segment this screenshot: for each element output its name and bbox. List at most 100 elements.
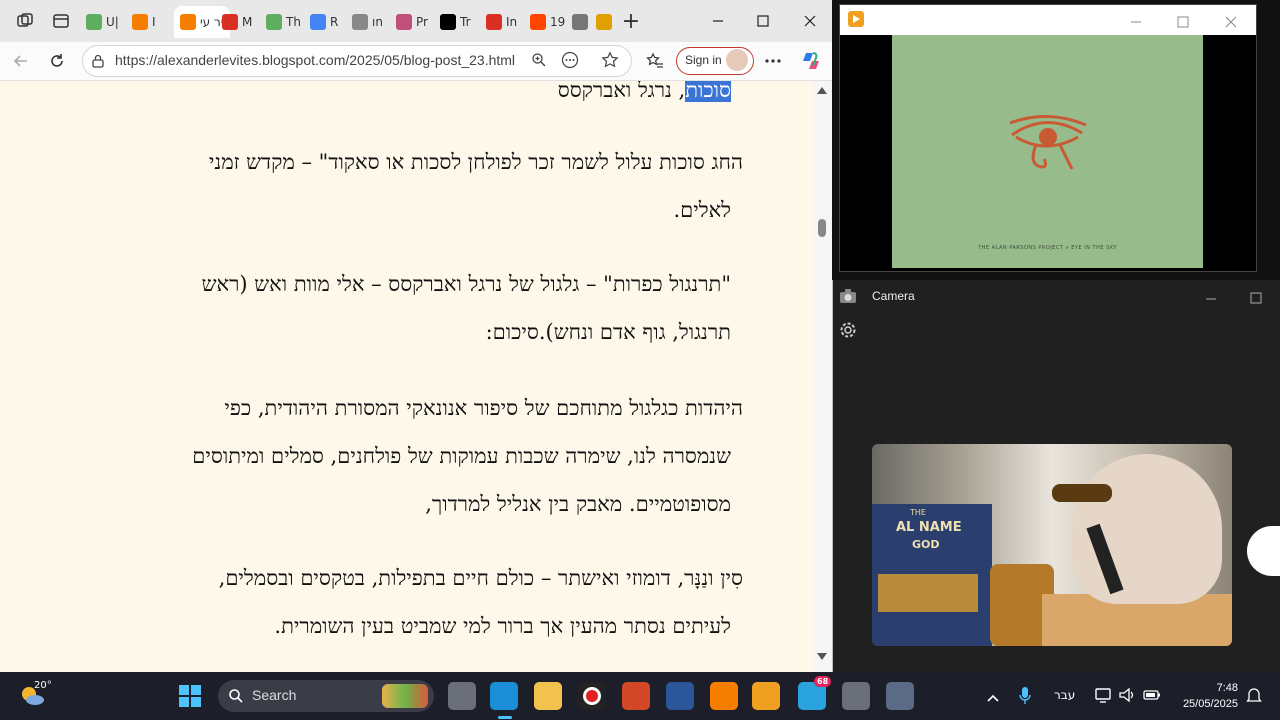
sign-in-button[interactable]: Sign in [676,47,754,75]
settings-more-icon[interactable] [760,48,786,74]
favorites-icon[interactable] [642,48,668,74]
paragraph-4-line-2: לעיתים נסתר מהעין אך ברור למי שמביט בעין… [274,614,731,638]
tab-1[interactable]: I [132,8,170,36]
sun-icon [596,14,612,30]
blogger-icon [132,14,148,30]
copilot-icon[interactable] [798,48,824,74]
tab-4[interactable]: Th [266,8,306,36]
media-player-titlebar [840,5,1256,35]
paragraph-4-line-1: סִין ונַנָּר, דומוזי ואישתר – כולם חיים … [218,566,743,590]
windows-logo-icon [179,685,201,707]
article-line-top: סוכות, נרגל ואברקסס [558,81,731,113]
weather-widget[interactable]: 20° [18,680,52,712]
tab-5[interactable]: R [310,8,348,36]
edge-icon[interactable] [490,682,518,710]
tab-12[interactable] [596,8,616,36]
task-view-icon[interactable] [448,682,476,710]
microphone-icon[interactable] [1018,686,1032,710]
side-panel-button[interactable] [1247,526,1280,576]
scroll-up-arrow-icon[interactable] [817,87,827,94]
media-maximize-button[interactable] [1177,13,1189,32]
tab-3[interactable]: M [222,8,262,36]
active-app-indicator [498,716,512,719]
battery-icon[interactable] [1142,686,1162,708]
powerpoint-icon[interactable] [622,682,650,710]
book-cover: THE AL NAME GOD [872,504,992,646]
minimize-button[interactable] [698,8,738,34]
tab-6[interactable]: ın [352,8,392,36]
x-icon [572,14,588,30]
scroll-thumb[interactable] [818,219,826,237]
settings-icon[interactable] [886,682,914,710]
page-scrollbar[interactable] [813,81,831,672]
close-window-button[interactable] [790,8,830,34]
more-tools-icon[interactable] [561,51,579,73]
camera-minimize-button[interactable] [1205,290,1217,309]
tab-label: ın [372,15,383,29]
sunglasses [1052,484,1112,502]
media-minimize-button[interactable] [1130,13,1142,32]
tab-label: Tr [460,15,471,29]
tab-0[interactable]: U| [86,8,128,36]
camera-maximize-button[interactable] [1250,289,1262,308]
taskbar-search[interactable]: Search [218,680,434,712]
tab-7[interactable]: Pr [396,8,436,36]
new-tab-button[interactable]: + [618,8,644,34]
weather-temp: 20° [34,680,52,691]
paragraph-3-line-1: היהדות כגלגול מתוחכם של סיפור אנונאקי המ… [224,396,743,420]
camera-title: Camera [872,289,915,303]
search-icon [229,689,243,703]
google-icon [310,14,326,30]
telegram-icon[interactable]: 68 [798,676,832,710]
sign-in-label: Sign in [685,53,722,67]
search-placeholder: Search [252,687,297,703]
language-indicator[interactable]: עבר [1054,688,1075,702]
notifications-icon[interactable] [1246,686,1262,708]
search-highlight-image [382,684,428,708]
maximize-button[interactable] [743,8,783,34]
reddit-icon [530,14,546,30]
paragraph-3-line-3: מסופוטמיים. מאבק בין אנליל למרדוך, [425,492,731,516]
top-line-text: , נרגל ואברקסס [557,81,686,102]
camera-settings-gear-icon[interactable] [839,321,857,343]
url-text[interactable]: https://alexanderlevites.blogspot.com/20… [115,52,515,68]
workspaces-icon[interactable] [12,8,38,34]
blogger-icon[interactable] [710,682,738,710]
record-icon[interactable] [578,682,606,710]
address-bar[interactable]: https://alexanderlevites.blogspot.com/20… [82,45,632,77]
favorite-star-icon[interactable] [601,51,619,73]
media-player-icon[interactable] [752,682,780,710]
back-button[interactable] [8,48,34,74]
zoom-icon[interactable] [531,52,547,72]
camera-icon[interactable] [842,682,870,710]
media-player-icon [848,11,864,27]
tab-label: In [506,15,518,29]
scroll-down-arrow-icon[interactable] [817,653,827,660]
lock-icon[interactable] [91,53,105,72]
play-icon [86,14,102,30]
refresh-button[interactable] [44,48,70,74]
telegram-badge: 68 [814,676,832,687]
tab-10[interactable]: 19 [530,8,568,36]
media-close-button[interactable] [1225,13,1237,32]
tab-actions-icon[interactable] [48,8,74,34]
clock[interactable]: 7:48 25/05/2025 [1172,680,1238,712]
start-button[interactable] [178,684,202,712]
blogger-icon [180,14,196,30]
show-hidden-icons-chevron-icon[interactable] [986,688,1000,707]
tab-label: Pr [416,15,428,29]
paragraph-1-line-2: לאלים. [673,198,731,222]
camera-app-icon [839,288,857,308]
volume-icon[interactable] [1118,686,1136,708]
play-icon [266,14,282,30]
tab-label: Th [286,15,301,29]
word-icon[interactable] [666,682,694,710]
clock-date: 25/05/2025 [1182,698,1238,710]
tab-label: U| [106,15,119,29]
network-icon[interactable] [1094,686,1112,708]
tab-11[interactable] [572,8,594,36]
highlighted-word: סוכות [685,81,731,102]
file-explorer-icon[interactable] [534,682,562,710]
tab-9[interactable]: In [486,8,526,36]
tab-8[interactable]: Tr [440,8,482,36]
